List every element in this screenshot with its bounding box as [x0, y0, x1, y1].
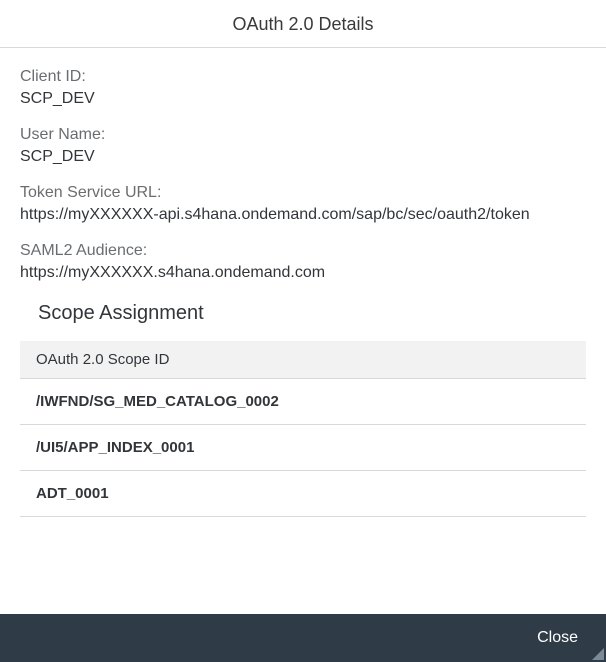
page-title: OAuth 2.0 Details — [0, 14, 606, 35]
token-service-url-value: https://myXXXXXX-api.s4hana.ondemand.com… — [20, 206, 586, 224]
user-name-label: User Name: — [20, 126, 586, 144]
client-id-value: SCP_DEV — [20, 90, 586, 108]
dialog-footer: Close — [0, 614, 606, 662]
field-user-name: User Name: SCP_DEV — [20, 126, 586, 166]
saml2-audience-label: SAML2 Audience: — [20, 242, 586, 260]
scope-column-header: OAuth 2.0 Scope ID — [20, 341, 586, 379]
user-name-value: SCP_DEV — [20, 148, 586, 166]
table-row: ADT_0001 — [20, 471, 586, 517]
table-row: /UI5/APP_INDEX_0001 — [20, 425, 586, 471]
table-row: /IWFND/SG_MED_CATALOG_0002 — [20, 379, 586, 425]
resize-handle-icon[interactable] — [592, 648, 604, 660]
dialog-content: Client ID: SCP_DEV User Name: SCP_DEV To… — [0, 48, 606, 517]
field-client-id: Client ID: SCP_DEV — [20, 68, 586, 108]
client-id-label: Client ID: — [20, 68, 586, 86]
field-saml2-audience: SAML2 Audience: https://myXXXXXX.s4hana.… — [20, 242, 586, 282]
dialog-header: OAuth 2.0 Details — [0, 0, 606, 48]
token-service-url-label: Token Service URL: — [20, 184, 586, 202]
saml2-audience-value: https://myXXXXXX.s4hana.ondemand.com — [20, 264, 586, 282]
scope-table: OAuth 2.0 Scope ID /IWFND/SG_MED_CATALOG… — [20, 341, 586, 517]
close-button[interactable]: Close — [537, 629, 578, 647]
scope-section-title: Scope Assignment — [38, 302, 586, 325]
field-token-service-url: Token Service URL: https://myXXXXXX-api.… — [20, 184, 586, 224]
